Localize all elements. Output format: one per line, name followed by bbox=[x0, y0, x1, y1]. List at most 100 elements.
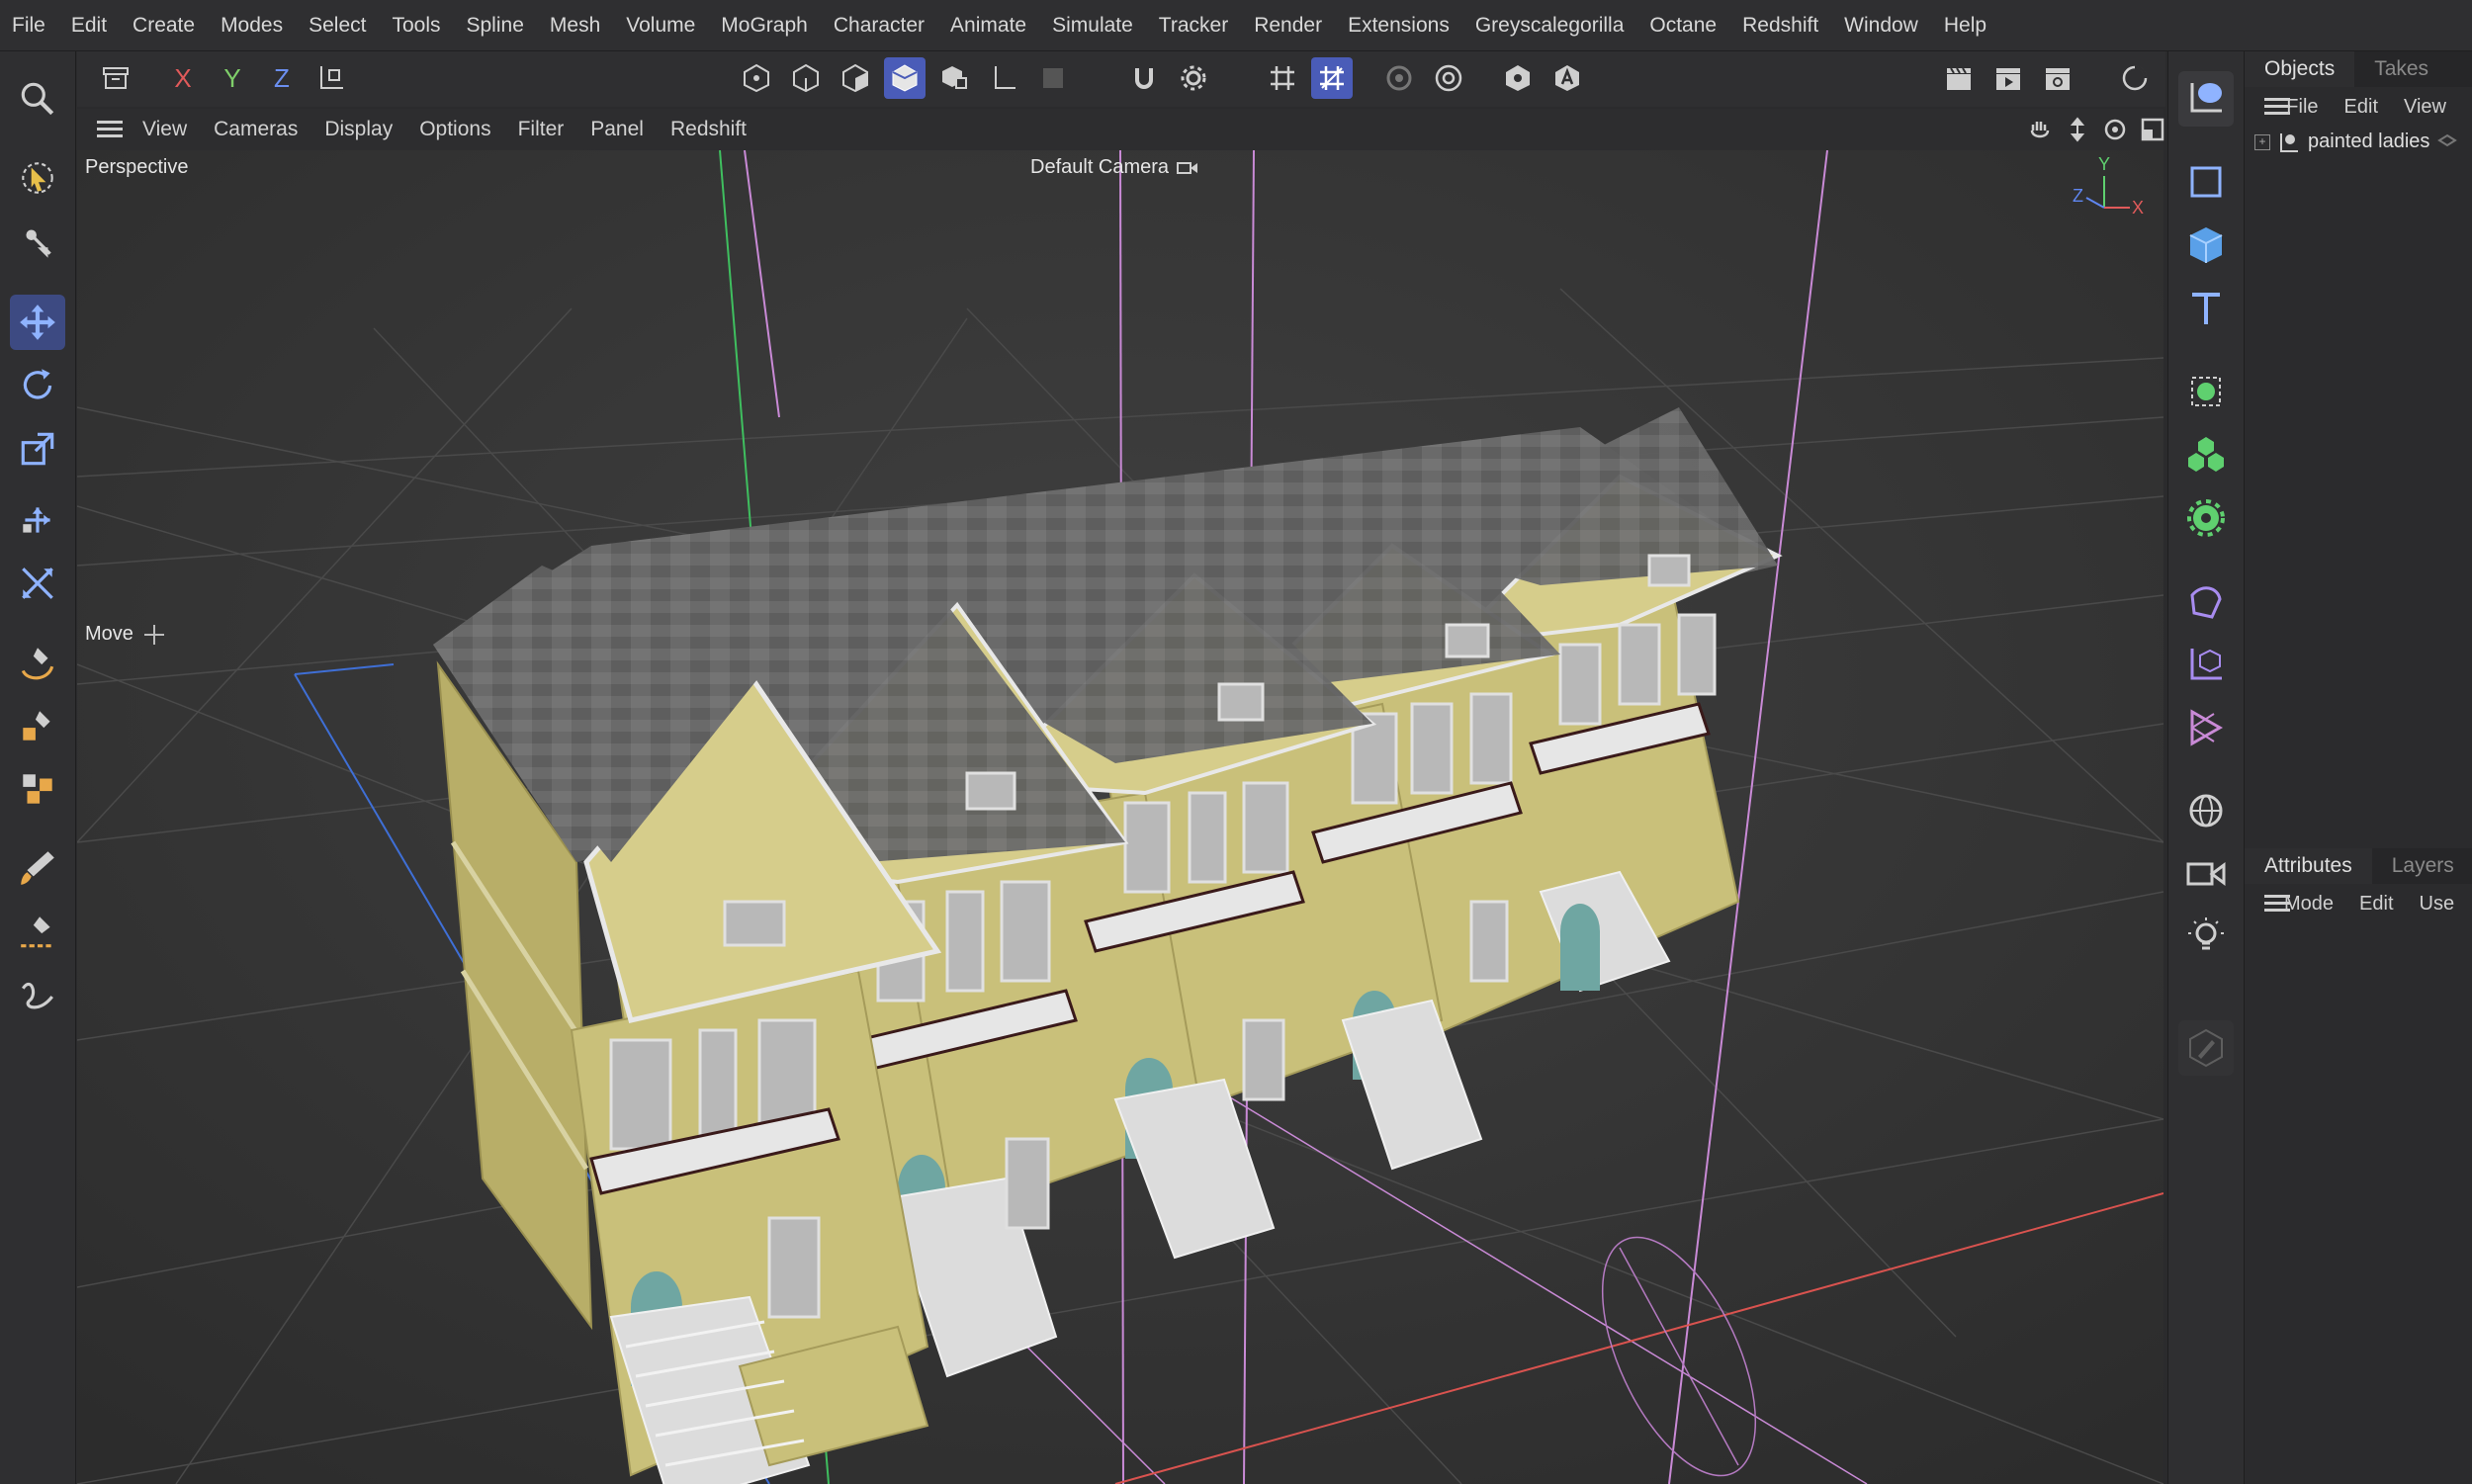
objects-hamburger-icon[interactable] bbox=[2264, 98, 2290, 116]
object-tree-row[interactable]: + painted ladies bbox=[2254, 131, 2472, 153]
null-object-button[interactable] bbox=[2178, 71, 2234, 127]
menu-mograph[interactable]: MoGraph bbox=[721, 14, 808, 38]
menu-simulate[interactable]: Simulate bbox=[1052, 14, 1133, 38]
viewport-menu-panel[interactable]: Panel bbox=[590, 118, 644, 141]
move-tool[interactable] bbox=[10, 295, 65, 350]
tweak-tool[interactable] bbox=[10, 214, 65, 269]
attributes-menu-edit[interactable]: Edit bbox=[2359, 893, 2393, 916]
menu-select[interactable]: Select bbox=[309, 14, 366, 38]
polygons-mode-button[interactable] bbox=[835, 57, 876, 99]
search-commands-button[interactable] bbox=[10, 71, 65, 127]
objects-menu-view[interactable]: View bbox=[2404, 96, 2446, 119]
expand-toggle-icon[interactable]: + bbox=[2254, 133, 2270, 150]
points-mode-button[interactable] bbox=[736, 57, 777, 99]
snap-enable-button[interactable] bbox=[1123, 57, 1165, 99]
environment-button[interactable] bbox=[2178, 783, 2234, 838]
viewport-hamburger-icon[interactable] bbox=[97, 121, 123, 138]
attributes-menu-use[interactable]: Use bbox=[2420, 893, 2455, 916]
x-axis-lock-button[interactable]: X bbox=[162, 57, 204, 99]
menu-octane[interactable]: Octane bbox=[1649, 14, 1717, 38]
menu-redshift[interactable]: Redshift bbox=[1742, 14, 1818, 38]
tab-takes[interactable]: Takes bbox=[2354, 51, 2448, 87]
visibility-button[interactable] bbox=[1497, 57, 1539, 99]
viewport-menu-view[interactable]: View bbox=[142, 118, 187, 141]
grid-snap-button[interactable] bbox=[1262, 57, 1303, 99]
z-axis-lock-button[interactable]: Z bbox=[261, 57, 303, 99]
spline-rectangle-button[interactable] bbox=[2178, 154, 2234, 210]
pan-hand-icon[interactable] bbox=[2027, 117, 2053, 142]
camera-label[interactable]: Default Camera bbox=[1030, 156, 1198, 179]
tab-objects[interactable]: Objects bbox=[2245, 51, 2355, 87]
snap-settings-button[interactable] bbox=[1173, 57, 1214, 99]
menu-extensions[interactable]: Extensions bbox=[1348, 14, 1450, 38]
y-axis-lock-button[interactable]: Y bbox=[212, 57, 253, 99]
menu-create[interactable]: Create bbox=[132, 14, 195, 38]
maximize-view-icon[interactable] bbox=[2140, 117, 2165, 142]
auto-keyframe-button[interactable] bbox=[1546, 57, 1588, 99]
tab-attributes[interactable]: Attributes bbox=[2245, 848, 2372, 884]
menu-greyscalegorilla[interactable]: Greyscalegorilla bbox=[1475, 14, 1625, 38]
menu-render[interactable]: Render bbox=[1254, 14, 1322, 38]
deformer-button[interactable] bbox=[2178, 490, 2234, 546]
solo-mode-button[interactable] bbox=[1032, 57, 1074, 99]
menu-help[interactable]: Help bbox=[1944, 14, 1986, 38]
scale-tool[interactable] bbox=[10, 421, 65, 477]
menu-modes[interactable]: Modes bbox=[221, 14, 283, 38]
layer-icon[interactable] bbox=[2437, 132, 2458, 152]
edit-render-settings-button[interactable] bbox=[2037, 57, 2078, 99]
field-object-button[interactable] bbox=[2178, 637, 2234, 692]
menu-mesh[interactable]: Mesh bbox=[550, 14, 600, 38]
axis-mode-button[interactable] bbox=[983, 57, 1024, 99]
menu-tools[interactable]: Tools bbox=[392, 14, 440, 38]
edit-object-button[interactable] bbox=[2178, 1020, 2234, 1076]
mograph-generator-button[interactable] bbox=[2178, 427, 2234, 482]
scene-canvas[interactable] bbox=[77, 150, 2163, 1484]
xray-button[interactable] bbox=[1378, 57, 1420, 99]
menu-tracker[interactable]: Tracker bbox=[1159, 14, 1228, 38]
render-to-picture-viewer-button[interactable] bbox=[1987, 57, 2029, 99]
render-settings-toggle-button[interactable] bbox=[1428, 57, 1469, 99]
viewport-menu-display[interactable]: Display bbox=[324, 118, 393, 141]
menu-window[interactable]: Window bbox=[1844, 14, 1918, 38]
cube-object-button[interactable] bbox=[2178, 218, 2234, 273]
effector-button[interactable] bbox=[2178, 700, 2234, 755]
bend-deformer-button[interactable] bbox=[2178, 573, 2234, 629]
viewport-menu-options[interactable]: Options bbox=[419, 118, 490, 141]
live-selection-tool[interactable] bbox=[10, 150, 65, 206]
objects-menu-edit[interactable]: Edit bbox=[2344, 96, 2378, 119]
sculpt-tool[interactable] bbox=[10, 967, 65, 1022]
paint-brush-tool[interactable] bbox=[10, 840, 65, 896]
objects-menu-file[interactable]: File bbox=[2286, 96, 2318, 119]
tab-layers[interactable]: Layers bbox=[2372, 848, 2472, 884]
viewport-menu-cameras[interactable]: Cameras bbox=[214, 118, 298, 141]
text-object-button[interactable] bbox=[2178, 281, 2234, 336]
menu-file[interactable]: File bbox=[12, 14, 45, 38]
sync-button[interactable] bbox=[2114, 57, 2156, 99]
knife-tool[interactable] bbox=[10, 904, 65, 959]
viewport-menu-filter[interactable]: Filter bbox=[518, 118, 565, 141]
rotate-tool[interactable] bbox=[10, 358, 65, 413]
undo-history-button[interactable] bbox=[95, 57, 136, 99]
edges-mode-button[interactable] bbox=[785, 57, 827, 99]
transform-tool[interactable] bbox=[10, 556, 65, 611]
uv-mode-button[interactable] bbox=[933, 57, 975, 99]
camera-object-button[interactable] bbox=[2178, 846, 2234, 902]
menu-edit[interactable]: Edit bbox=[71, 14, 107, 38]
dolly-arrows-icon[interactable] bbox=[2065, 117, 2090, 142]
viewport-menu-redshift[interactable]: Redshift bbox=[670, 118, 747, 141]
perspective-viewport[interactable]: Perspective Default Camera Move Y X Z bbox=[77, 150, 2163, 1484]
menu-spline[interactable]: Spline bbox=[467, 14, 524, 38]
menu-animate[interactable]: Animate bbox=[950, 14, 1026, 38]
menu-volume[interactable]: Volume bbox=[626, 14, 695, 38]
attributes-menu-mode[interactable]: Mode bbox=[2284, 893, 2334, 916]
coordinate-system-button[interactable] bbox=[310, 57, 352, 99]
render-view-button[interactable] bbox=[1938, 57, 1980, 99]
move-pivot-tool[interactable] bbox=[10, 492, 65, 548]
menu-character[interactable]: Character bbox=[834, 14, 925, 38]
workplane-snap-button[interactable] bbox=[1311, 57, 1353, 99]
spline-pen-tool[interactable] bbox=[10, 635, 65, 690]
light-object-button[interactable] bbox=[2178, 910, 2234, 965]
orbit-icon[interactable] bbox=[2102, 117, 2128, 142]
spline-sketch-tool[interactable] bbox=[10, 698, 65, 753]
model-mode-button[interactable] bbox=[884, 57, 926, 99]
